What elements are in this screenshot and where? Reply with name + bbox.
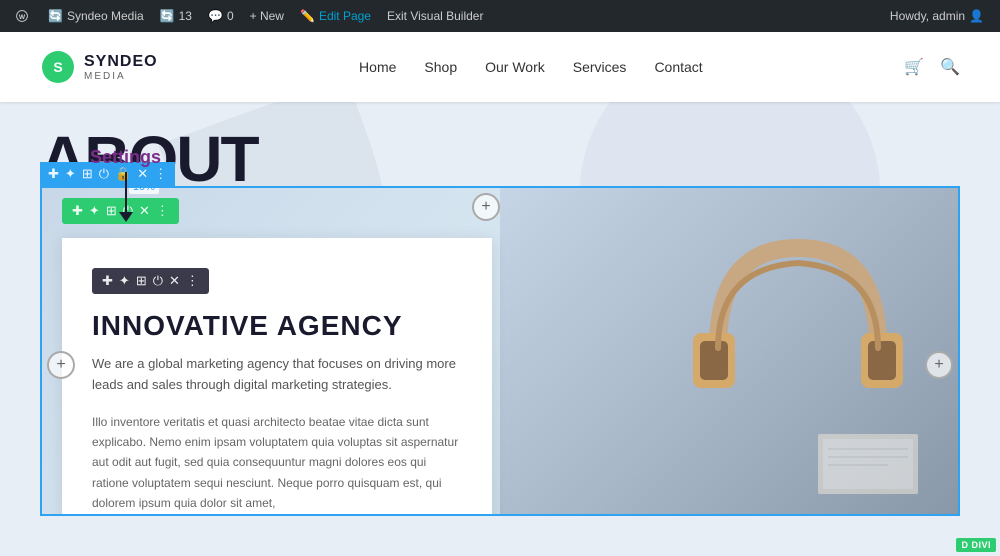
site-nav: Home Shop Our Work Services Contact [359,59,703,75]
headphone-image-area [500,188,958,514]
content-card: ✚ ✦ ⊞ ⏻ ✕ ⋮ INNOVATIVE AGENCY We are a g… [62,238,492,516]
nav-our-work[interactable]: Our Work [485,59,545,75]
settings-icon[interactable]: ✦ [65,166,76,182]
page-content: ABOUT ✚ ✦ ⊞ ⏻ 🔒 ✕ ⋮ Settings [0,102,1000,556]
settings-label: Settings [90,147,161,168]
section-background: + + + ✚ ✦ ⊞ ⏻ ✕ ⋮ 10% [42,188,958,514]
builder-section: ✚ ✦ ⊞ ⏻ 🔒 ✕ ⋮ Settings [40,162,960,556]
notebook-visual [808,414,928,494]
howdy-item[interactable]: Howdy, admin 👤 [882,0,992,32]
card-more-icon[interactable]: ⋮ [186,273,199,289]
add-right-btn[interactable]: + [925,351,953,379]
card-add-icon[interactable]: ✚ [102,273,113,289]
add-row-icon[interactable]: ✚ [48,166,59,182]
card-subtitle: We are a global marketing agency that fo… [92,354,462,396]
logo-name: SYNDEO [84,53,158,71]
card-settings-icon[interactable]: ✦ [119,273,130,289]
nav-icons: 🛒 🔍 [904,57,960,77]
site-name[interactable]: 🔄 Syndeo Media [40,0,152,32]
nav-contact[interactable]: Contact [654,59,702,75]
comments-item[interactable]: 💬 0 [200,0,242,32]
settings-annotation: Settings [90,147,161,222]
updates-item[interactable]: 🔄 13 [152,0,200,32]
card-delete-icon[interactable]: ✕ [169,273,180,289]
nav-home[interactable]: Home [359,59,396,75]
nav-shop[interactable]: Shop [424,59,457,75]
card-module-toolbar: ✚ ✦ ⊞ ⏻ ✕ ⋮ [92,268,209,294]
new-item[interactable]: + New [242,0,292,32]
admin-bar: W 🔄 Syndeo Media 🔄 13 💬 0 + New ✏️ Edit … [0,0,1000,32]
card-power-icon[interactable]: ⏻ [153,273,163,289]
svg-text:S: S [53,59,62,75]
wp-logo[interactable]: W [8,2,36,30]
cart-icon[interactable]: 🛒 [904,57,924,77]
site-header: S SYNDEO MEDIA Home Shop Our Work Servic… [0,32,1000,102]
exit-builder-item[interactable]: Exit Visual Builder [379,0,492,32]
add-left-btn[interactable]: + [47,351,75,379]
search-icon[interactable]: 🔍 [940,57,960,77]
logo-sub: MEDIA [84,71,158,82]
edit-page-item[interactable]: ✏️ Edit Page [292,0,379,32]
card-heading: INNOVATIVE AGENCY [92,310,462,342]
inner-add-icon[interactable]: ✚ [72,203,83,219]
site-logo[interactable]: S SYNDEO MEDIA [40,49,158,85]
headphone-visual [658,208,938,428]
card-body: Illo inventore veritatis et quasi archit… [92,412,462,514]
svg-text:W: W [19,14,26,21]
add-top-btn[interactable]: + [472,193,500,221]
nav-services[interactable]: Services [573,59,627,75]
card-columns-icon[interactable]: ⊞ [136,273,147,289]
divi-badge: D DIVI [956,538,996,552]
settings-arrow [119,172,133,222]
blue-border-section: + + + ✚ ✦ ⊞ ⏻ ✕ ⋮ 10% [40,186,960,516]
logo-svg: S [40,49,76,85]
